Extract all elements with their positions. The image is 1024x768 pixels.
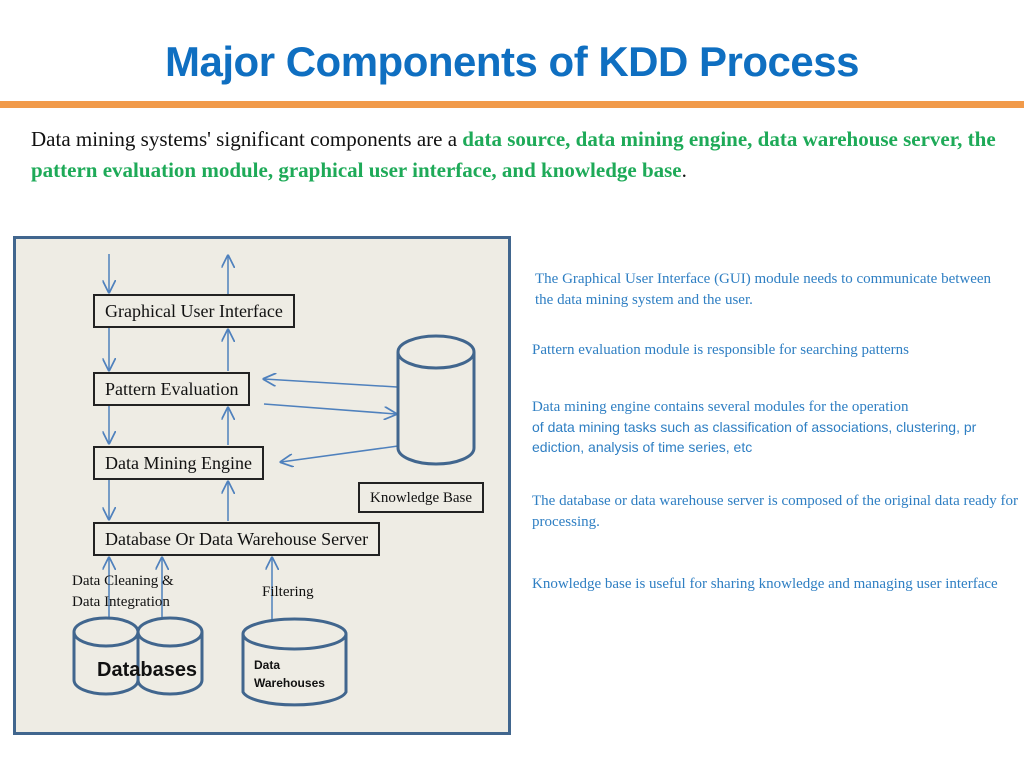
engine-description-1: Data mining engine contains several modu… (532, 399, 909, 415)
knowledge-description: Knowledge base is useful for sharing kno… (532, 576, 998, 592)
databases-cylinder-icon (72, 616, 204, 696)
server-box: Database Or Data Warehouse Server (93, 522, 381, 556)
gui-description: The Graphical User Interface (GUI) modul… (535, 271, 992, 308)
pattern-evaluation-box: Pattern Evaluation (93, 372, 251, 406)
data-cleaning-label: Data Cleaning & (72, 573, 174, 589)
data-mining-engine-box: Data Mining Engine (93, 446, 264, 480)
gui-box: Graphical User Interface (93, 294, 295, 328)
arrow-kb-to-pattern (264, 379, 398, 388)
server-description: The database or data warehouse server is… (532, 493, 1019, 530)
pattern-description: Pattern evaluation module is responsible… (532, 342, 909, 358)
data-integration-label: Data Integration (72, 594, 170, 610)
warehouses-label-1: Data (254, 658, 281, 672)
warehouses-label-2: Warehouses (254, 676, 325, 690)
databases-label: Databases (97, 659, 198, 681)
knowledge-base-cylinder-icon (396, 334, 476, 466)
arrow-kb-to-engine (281, 445, 399, 462)
filtering-label: Filtering (262, 584, 314, 600)
arrow-pattern-to-kb (263, 403, 396, 414)
engine-description-2: of data mining tasks such as classificat… (532, 419, 977, 435)
engine-description-3: ediction, analysis of time series, etc (532, 439, 753, 455)
knowledge-base-box: Knowledge Base (358, 482, 485, 513)
